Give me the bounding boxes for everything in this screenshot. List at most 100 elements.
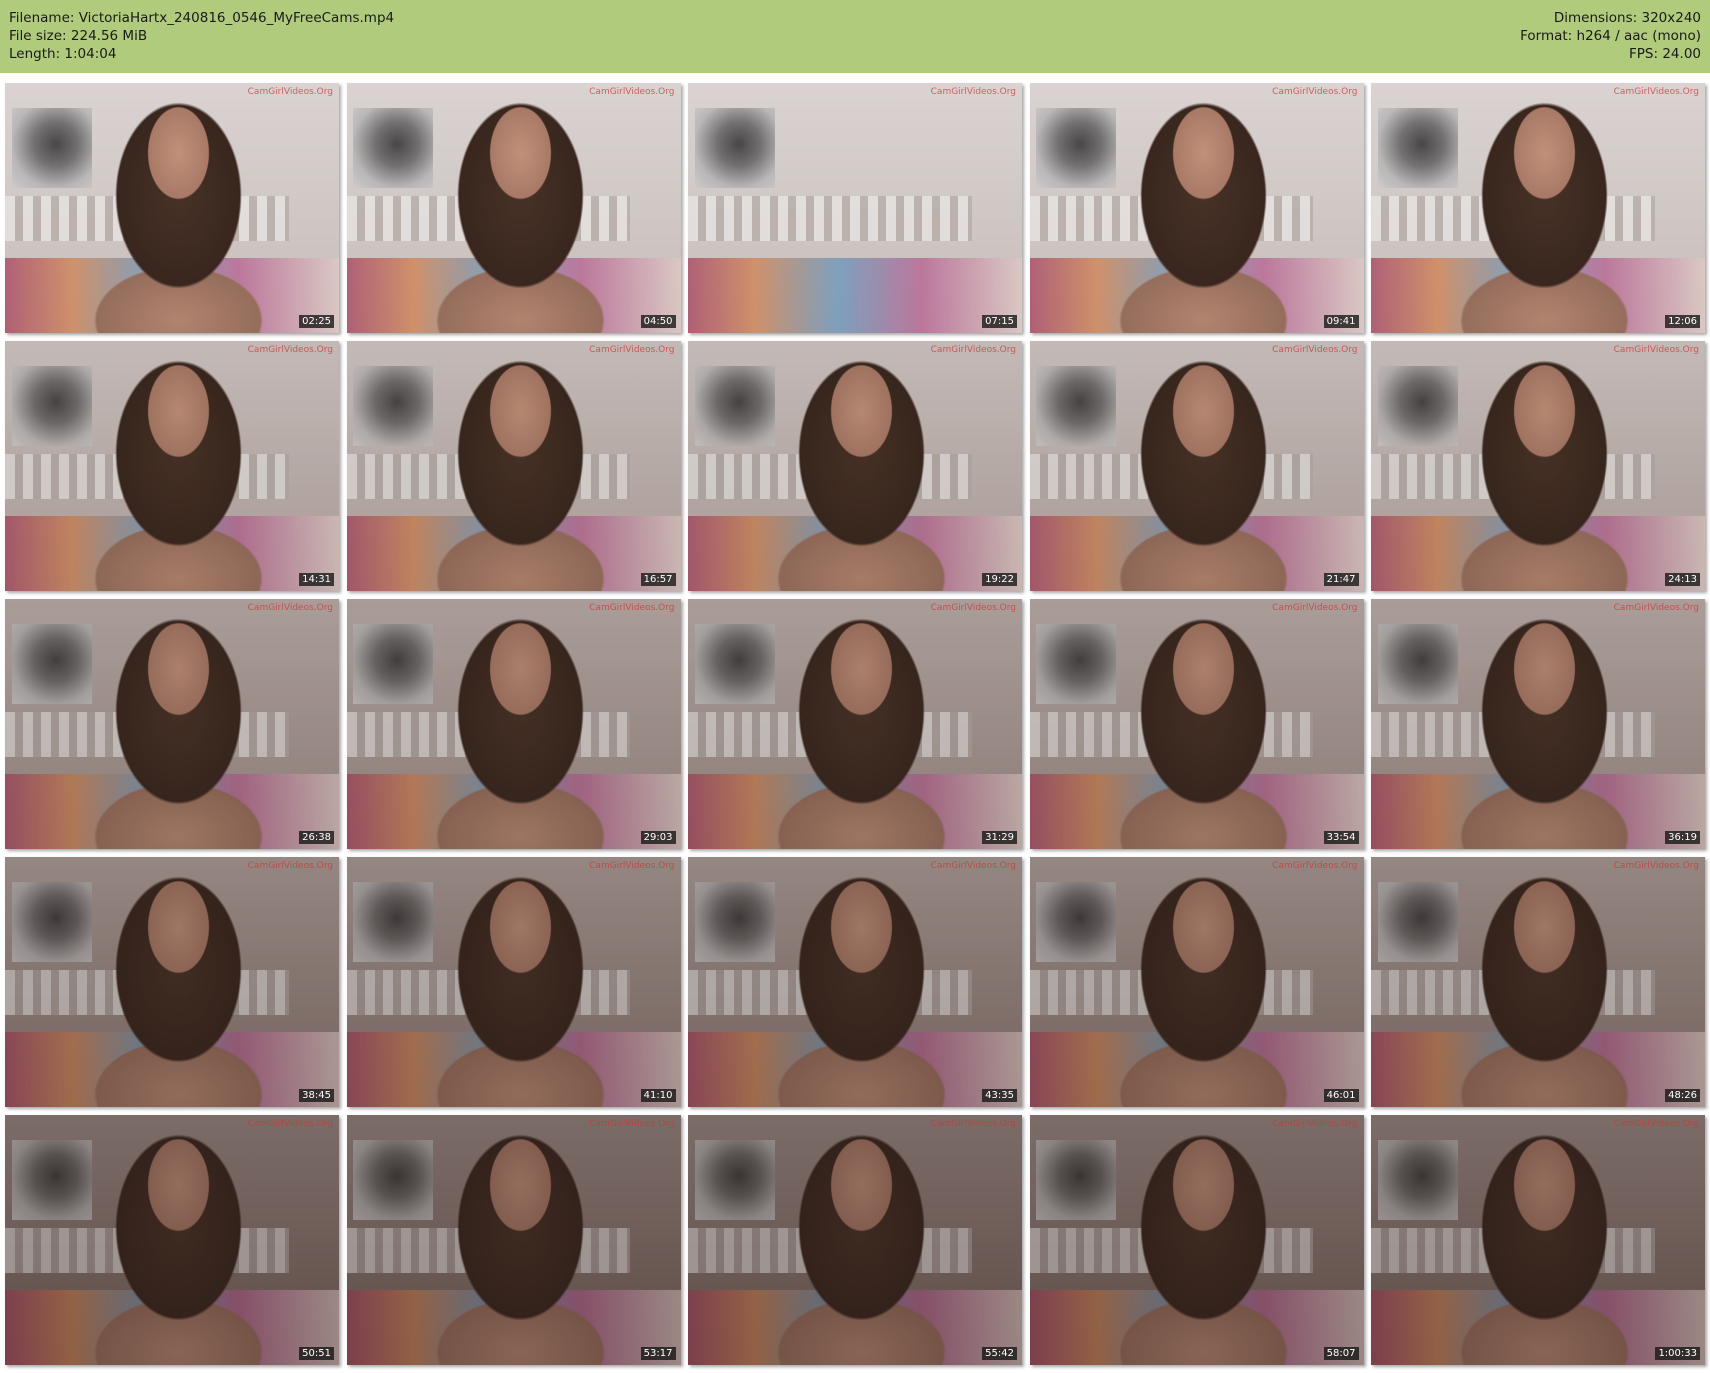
frame-lighting [1371, 857, 1705, 1107]
watermark-text: CamGirlVideos.Org [589, 87, 675, 97]
thumbnail-frame-image [1029, 857, 1364, 1107]
frame-lighting [688, 83, 1022, 333]
video-thumbnail[interactable]: CamGirlVideos.Org 1:00:33 [1371, 1115, 1705, 1365]
frame-lighting [688, 599, 1022, 849]
video-thumbnail[interactable]: CamGirlVideos.Org 53:17 [346, 1115, 681, 1365]
video-thumbnail[interactable]: CamGirlVideos.Org 58:07 [1029, 1115, 1364, 1365]
watermark-text: CamGirlVideos.Org [247, 87, 333, 97]
watermark-text: CamGirlVideos.Org [1613, 1119, 1699, 1129]
video-thumbnail[interactable]: CamGirlVideos.Org 50:51 [5, 1115, 339, 1365]
file-info-right: Dimensions: 320x240 Format: h264 / aac (… [1520, 9, 1701, 63]
frame-lighting [1371, 341, 1705, 591]
thumbnail-frame-image [5, 857, 339, 1107]
frame-lighting [1029, 83, 1364, 333]
watermark-text: CamGirlVideos.Org [1272, 87, 1358, 97]
file-info-left: Filename: VictoriaHartx_240816_0546_MyFr… [9, 9, 394, 63]
video-thumbnail[interactable]: CamGirlVideos.Org 41:10 [346, 857, 681, 1107]
timestamp-label: 36:19 [1665, 831, 1700, 844]
timestamp-label: 21:47 [1323, 573, 1359, 586]
video-thumbnail[interactable]: CamGirlVideos.Org 04:50 [346, 83, 681, 333]
watermark-text: CamGirlVideos.Org [247, 603, 333, 613]
frame-lighting [5, 341, 339, 591]
video-thumbnail[interactable]: CamGirlVideos.Org 36:19 [1371, 599, 1705, 849]
thumbnail-frame-image [346, 599, 681, 849]
frame-lighting [688, 1115, 1022, 1365]
thumbnail-frame-image [688, 83, 1022, 333]
dimensions-text: Dimensions: 320x240 [1553, 10, 1701, 26]
timestamp-label: 31:29 [982, 831, 1017, 844]
video-thumbnail[interactable]: CamGirlVideos.Org 43:35 [688, 857, 1022, 1107]
watermark-text: CamGirlVideos.Org [930, 345, 1016, 355]
timestamp-label: 41:10 [640, 1089, 676, 1102]
thumbnail-frame-image [688, 599, 1022, 849]
video-thumbnail[interactable]: CamGirlVideos.Org 38:45 [5, 857, 339, 1107]
timestamp-label: 43:35 [982, 1089, 1017, 1102]
watermark-text: CamGirlVideos.Org [247, 861, 333, 871]
video-thumbnail[interactable]: CamGirlVideos.Org 12:06 [1371, 83, 1705, 333]
thumbnail-frame-image [688, 1115, 1022, 1365]
format-text: Format: h264 / aac (mono) [1520, 28, 1701, 44]
timestamp-label: 58:07 [1323, 1347, 1359, 1360]
timestamp-label: 24:13 [1665, 573, 1700, 586]
timestamp-label: 55:42 [982, 1347, 1017, 1360]
frame-lighting [1029, 857, 1364, 1107]
watermark-text: CamGirlVideos.Org [1613, 861, 1699, 871]
timestamp-label: 02:25 [299, 315, 334, 328]
video-thumbnail[interactable]: CamGirlVideos.Org 24:13 [1371, 341, 1705, 591]
thumbnail-frame-image [1371, 83, 1705, 333]
thumbnail-frame-image [5, 599, 339, 849]
watermark-text: CamGirlVideos.Org [247, 1119, 333, 1129]
video-thumbnail[interactable]: CamGirlVideos.Org 31:29 [688, 599, 1022, 849]
frame-lighting [346, 1115, 681, 1365]
length-text: Length: 1:04:04 [9, 46, 117, 62]
frame-lighting [5, 599, 339, 849]
video-thumbnail[interactable]: CamGirlVideos.Org 29:03 [346, 599, 681, 849]
thumbnail-frame-image [346, 341, 681, 591]
video-thumbnail[interactable]: CamGirlVideos.Org 55:42 [688, 1115, 1022, 1365]
filesize-text: File size: 224.56 MiB [9, 28, 148, 44]
fps-text: FPS: 24.00 [1629, 46, 1701, 62]
thumbnail-frame-image [1029, 599, 1364, 849]
timestamp-label: 53:17 [640, 1347, 676, 1360]
thumbnail-frame-image [1029, 1115, 1364, 1365]
thumbnail-frame-image [1371, 341, 1705, 591]
watermark-text: CamGirlVideos.Org [930, 861, 1016, 871]
watermark-text: CamGirlVideos.Org [930, 603, 1016, 613]
frame-lighting [5, 1115, 339, 1365]
video-thumbnail[interactable]: CamGirlVideos.Org 19:22 [688, 341, 1022, 591]
timestamp-label: 48:26 [1665, 1089, 1700, 1102]
timestamp-label: 50:51 [299, 1347, 334, 1360]
timestamp-label: 12:06 [1665, 315, 1700, 328]
watermark-text: CamGirlVideos.Org [589, 1119, 675, 1129]
video-thumbnail[interactable]: CamGirlVideos.Org 09:41 [1029, 83, 1364, 333]
timestamp-label: 46:01 [1323, 1089, 1359, 1102]
timestamp-label: 14:31 [299, 573, 334, 586]
video-thumbnail[interactable]: CamGirlVideos.Org 46:01 [1029, 857, 1364, 1107]
watermark-text: CamGirlVideos.Org [589, 603, 675, 613]
video-thumbnail[interactable]: CamGirlVideos.Org 26:38 [5, 599, 339, 849]
watermark-text: CamGirlVideos.Org [1272, 345, 1358, 355]
video-thumbnail[interactable]: CamGirlVideos.Org 33:54 [1029, 599, 1364, 849]
timestamp-label: 16:57 [640, 573, 676, 586]
timestamp-label: 33:54 [1323, 831, 1359, 844]
watermark-text: CamGirlVideos.Org [589, 345, 675, 355]
info-header: Filename: VictoriaHartx_240816_0546_MyFr… [0, 0, 1710, 73]
watermark-text: CamGirlVideos.Org [1272, 1119, 1358, 1129]
video-thumbnail[interactable]: CamGirlVideos.Org 14:31 [5, 341, 339, 591]
thumbnail-frame-image [5, 341, 339, 591]
timestamp-label: 07:15 [982, 315, 1017, 328]
thumbnail-frame-image [346, 83, 681, 333]
video-thumbnail[interactable]: CamGirlVideos.Org 16:57 [346, 341, 681, 591]
video-thumbnail[interactable]: CamGirlVideos.Org 48:26 [1371, 857, 1705, 1107]
frame-lighting [346, 857, 681, 1107]
frame-lighting [346, 341, 681, 591]
thumbnail-frame-image [688, 857, 1022, 1107]
frame-lighting [1029, 599, 1364, 849]
timestamp-label: 38:45 [299, 1089, 334, 1102]
frame-lighting [5, 83, 339, 333]
video-thumbnail[interactable]: CamGirlVideos.Org 07:15 [688, 83, 1022, 333]
timestamp-label: 1:00:33 [1655, 1347, 1700, 1360]
video-thumbnail[interactable]: CamGirlVideos.Org 02:25 [5, 83, 339, 333]
video-thumbnail[interactable]: CamGirlVideos.Org 21:47 [1029, 341, 1364, 591]
watermark-text: CamGirlVideos.Org [1272, 603, 1358, 613]
